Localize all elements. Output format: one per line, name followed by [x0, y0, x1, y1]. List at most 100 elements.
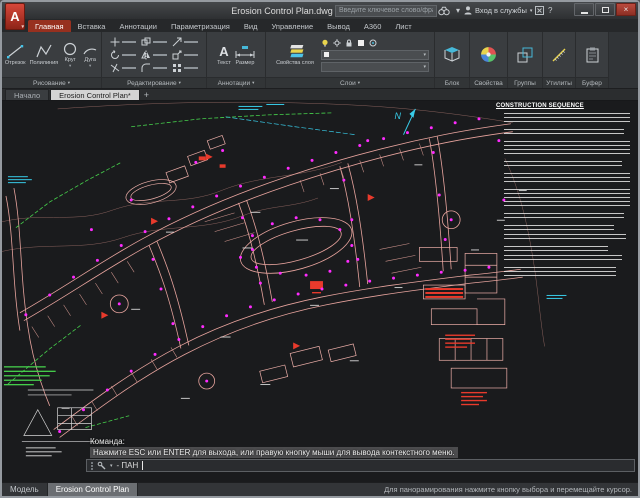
search-input[interactable]	[335, 4, 437, 17]
customize-wrench-icon[interactable]	[97, 461, 106, 470]
panel-label-draw[interactable]: Рисование ▾	[2, 77, 101, 88]
model-tab[interactable]: Модель	[2, 483, 48, 496]
ribbon-tab-insert[interactable]: Вставка	[71, 20, 113, 32]
new-drawing-tab-button[interactable]: +	[141, 89, 152, 100]
note-paragraph	[504, 173, 630, 185]
utility-lines-cyan	[7, 103, 567, 299]
scale-tool-button[interactable]	[170, 50, 201, 60]
panel-label-utilities[interactable]: Утилиты	[543, 77, 575, 88]
layout-tab-erosion-control-plan[interactable]: Erosion Control Plan	[47, 483, 139, 496]
text-tool-button[interactable]: A Текст	[216, 44, 232, 66]
dropdown-caret-icon: ▾	[423, 51, 426, 58]
minimize-button[interactable]	[574, 3, 594, 16]
ribbon-tab-view[interactable]: Вид	[237, 20, 265, 32]
maximize-button[interactable]	[595, 3, 615, 16]
panel-label-utilities-text: Утилиты	[546, 79, 572, 87]
fillet-tool-button[interactable]	[139, 63, 170, 73]
ribbon-tab-home[interactable]: Главная	[28, 20, 71, 32]
line-icon	[7, 45, 24, 59]
signin-control[interactable]: Вход в службы ▾	[464, 5, 532, 17]
layer-color-swatch	[324, 52, 329, 57]
command-input-row[interactable]: ▾ - ПАН	[86, 459, 635, 472]
note-paragraph	[504, 113, 630, 125]
array-tool-button[interactable]	[170, 63, 201, 73]
command-prompt-line: Команда:	[90, 437, 125, 446]
paste-button[interactable]	[584, 47, 601, 63]
panel-modify: Редактирование ▾	[102, 32, 206, 88]
file-tab-erosion-control-plan[interactable]: Erosion Control Plan*	[50, 89, 140, 100]
ribbon-tab-output[interactable]: Вывод	[320, 20, 357, 32]
rotate-icon	[110, 49, 119, 59]
rotate-tool-button[interactable]	[108, 49, 139, 60]
layer-properties-button[interactable]: Свойства слоя	[271, 43, 319, 66]
panel-label-groups-text: Группы	[514, 79, 536, 87]
detail-sketches	[21, 389, 97, 442]
modify-tool-grid	[108, 35, 201, 74]
polyline-icon	[36, 44, 52, 58]
polyline-tool-button[interactable]: Полилиния	[29, 43, 60, 66]
layer-isolate-icon[interactable]	[369, 39, 377, 47]
minimize-icon	[580, 11, 588, 14]
recent-commands-caret-icon[interactable]: ▾	[110, 463, 113, 469]
north-arrow: N	[395, 108, 416, 135]
text-tool-icon: A	[219, 43, 229, 59]
tool-label-bar	[121, 53, 136, 56]
panel-label-block[interactable]: Блок	[435, 77, 469, 88]
drawing-canvas[interactable]: N CONSTRUCTION SEQUENCE Команда: Нажмите…	[2, 101, 638, 482]
command-grip-icon[interactable]	[91, 461, 93, 470]
scale-icon	[172, 50, 181, 59]
tool-label-bar	[183, 40, 198, 43]
panel-expand-caret-icon: ▾	[67, 80, 70, 85]
arc-tool-button[interactable]: Дуга ▾	[81, 42, 99, 68]
ribbon-tab-parametric[interactable]: Параметризация	[164, 20, 237, 32]
layer-on-bulb-icon[interactable]	[321, 39, 329, 47]
note-paragraph	[504, 225, 614, 230]
note-paragraph	[504, 234, 626, 242]
ribbon-tab-layout[interactable]: Лист	[388, 20, 418, 32]
signin-caret-icon: ▾	[529, 7, 533, 14]
circle-flyout-caret-icon: ▾	[69, 63, 72, 68]
search-options-caret[interactable]: ▾	[451, 5, 465, 17]
help-button[interactable]: ?	[548, 5, 552, 17]
panel-label-modify[interactable]: Редактирование ▾	[102, 77, 206, 88]
copy-tool-button[interactable]	[139, 37, 170, 47]
measure-button[interactable]	[550, 47, 568, 63]
panel-clipboard: Буфер	[576, 32, 608, 88]
command-input-text[interactable]: - ПАН	[117, 461, 139, 470]
note-paragraph	[504, 267, 616, 279]
stretch-tool-button[interactable]	[170, 37, 201, 47]
move-tool-button[interactable]	[108, 37, 139, 47]
mirror-tool-button[interactable]	[139, 50, 170, 60]
panel-label-layers[interactable]: Слои ▾	[266, 77, 434, 88]
move-icon	[110, 37, 119, 46]
close-button[interactable]: ×	[616, 3, 636, 16]
ribbon-tab-a360[interactable]: A360	[357, 20, 389, 32]
group-button[interactable]	[516, 47, 534, 63]
panel-label-clipboard[interactable]: Буфер	[576, 77, 608, 88]
exchange-apps-icon[interactable]	[535, 6, 544, 15]
trim-tool-button[interactable]	[108, 63, 139, 73]
layer-select-dropdown[interactable]: ▾	[321, 49, 429, 60]
circle-tool-button[interactable]: Круг ▾	[61, 42, 79, 68]
panel-label-groups[interactable]: Группы	[508, 77, 542, 88]
properties-button[interactable]	[479, 46, 498, 63]
ribbon-tab-annotate[interactable]: Аннотации	[112, 20, 164, 32]
layer-controls: ▾ ▾	[321, 38, 429, 72]
layer-lock-icon[interactable]	[345, 39, 353, 47]
measure-icon	[552, 48, 566, 61]
application-menu-button[interactable]: A ▾	[5, 3, 25, 30]
ribbon-tab-manage[interactable]: Управление	[264, 20, 320, 32]
dimension-tool-button[interactable]: Размер	[234, 44, 256, 66]
layer-freeze-sun-icon[interactable]	[333, 38, 341, 47]
note-paragraph	[504, 189, 630, 209]
file-tab-start[interactable]: Начало	[5, 89, 50, 100]
line-tool-button[interactable]: Отрезок	[4, 43, 27, 66]
panel-label-properties[interactable]: Свойства	[470, 77, 507, 88]
layer-color-icon[interactable]	[357, 39, 365, 47]
insert-block-button[interactable]	[442, 46, 462, 63]
tool-label-bar	[183, 66, 198, 69]
panel-label-properties-text: Свойства	[474, 79, 503, 87]
search-button[interactable]	[437, 5, 451, 17]
layer-filter-dropdown[interactable]: ▾	[321, 61, 429, 72]
panel-label-annotation[interactable]: Аннотации ▾	[207, 77, 265, 88]
